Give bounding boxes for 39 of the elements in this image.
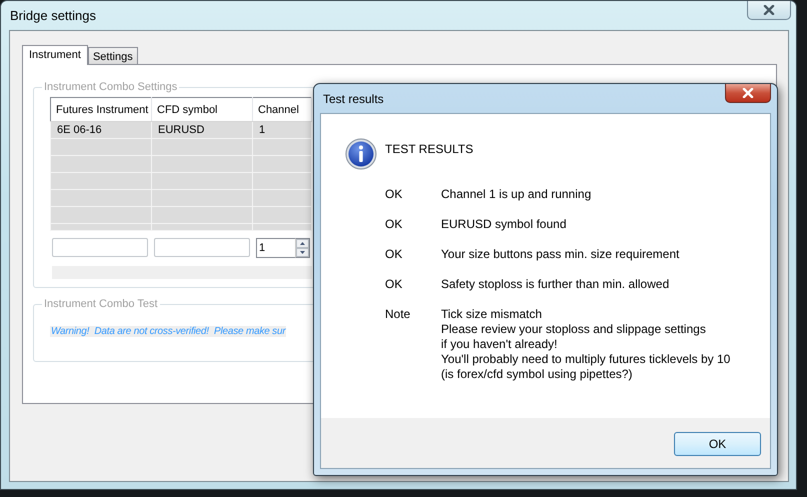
result-message: Channel 1 is up and running	[441, 187, 592, 202]
table-cell: EURUSD	[152, 122, 252, 138]
close-icon	[742, 88, 754, 98]
info-icon	[345, 138, 377, 170]
group-title: Instrument Combo Settings	[43, 81, 178, 93]
group-title: Instrument Combo Test	[43, 298, 159, 310]
ok-button[interactable]: OK	[674, 432, 761, 456]
result-status: Note	[385, 307, 412, 323]
column-header[interactable]: Channel	[252, 98, 312, 122]
result-message: if you haven't already!	[441, 337, 558, 352]
result-message: Please review your stoploss and slippage settings	[441, 322, 707, 337]
close-icon	[763, 5, 775, 15]
column-header[interactable]: CFD symbol	[152, 98, 252, 122]
close-button[interactable]	[747, 1, 791, 20]
result-message: EURUSD symbol found	[441, 217, 568, 232]
warning-text: Warning! Data are not cross-verified! Please make sur	[50, 326, 286, 337]
number-field[interactable]: 1	[256, 238, 295, 258]
result-message: Your size buttons pass min. size requirement	[441, 247, 680, 262]
dialog-heading: TEST RESULTS	[385, 142, 474, 156]
window-title: Bridge settings	[10, 8, 96, 23]
result-message: (is forex/cfd symbol using pipettes?)	[441, 367, 634, 382]
input-field[interactable]	[154, 238, 250, 257]
tab[interactable]: Settings	[88, 47, 138, 64]
table-cell: 6E 06-16	[50, 122, 152, 138]
table-cell: 1	[252, 122, 312, 138]
result-message: Tick size mismatch	[441, 307, 543, 322]
column-header[interactable]: Futures Instrument	[50, 98, 152, 122]
dialog-title: Test results	[323, 92, 384, 106]
result-status: OK	[385, 277, 404, 292]
result-status: OK	[385, 187, 404, 202]
spin-down-button[interactable]	[296, 248, 309, 257]
input-field[interactable]	[52, 238, 148, 257]
result-message: Safety stoploss is further than min. allowed	[441, 277, 670, 292]
spin-up-button[interactable]	[296, 239, 309, 248]
close-button[interactable]	[725, 84, 771, 103]
result-status: OK	[385, 247, 404, 262]
result-message: You'll probably need to multiply futures ticklevels by 10	[441, 352, 732, 367]
tab[interactable]: Instrument	[22, 45, 88, 65]
result-status: OK	[385, 217, 404, 232]
